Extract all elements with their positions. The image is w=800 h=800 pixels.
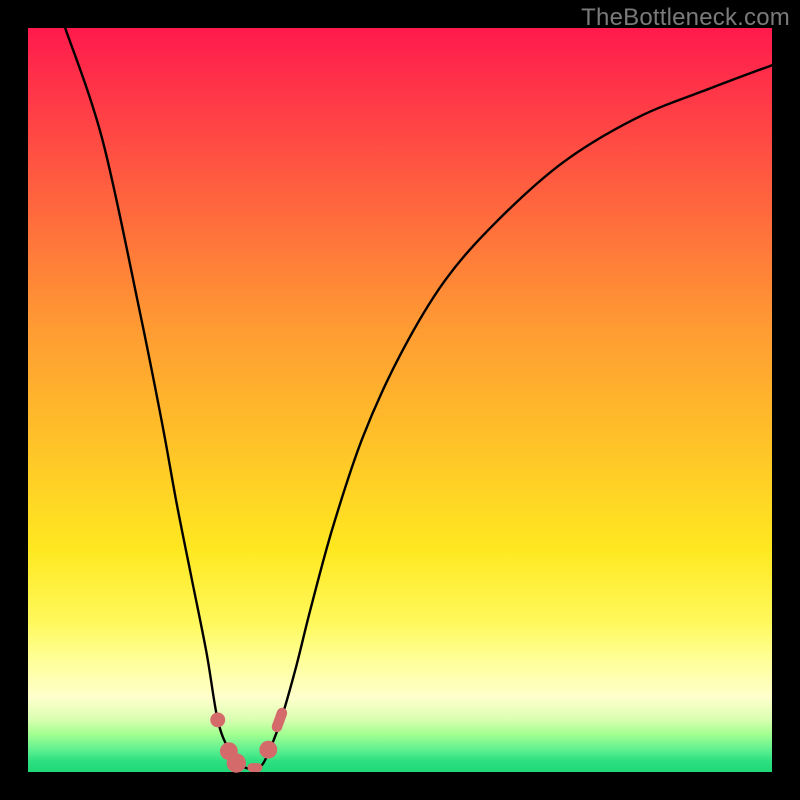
chart-svg: [28, 28, 772, 772]
curve-marker: [227, 753, 246, 772]
curve-markers: [210, 706, 288, 772]
chart-plot-area: [28, 28, 772, 772]
curve-marker: [259, 741, 277, 759]
curve-marker: [247, 763, 262, 772]
watermark-text: TheBottleneck.com: [581, 4, 790, 32]
curve-marker: [210, 712, 225, 727]
curve-marker: [270, 706, 288, 733]
bottleneck-curve: [65, 28, 772, 769]
